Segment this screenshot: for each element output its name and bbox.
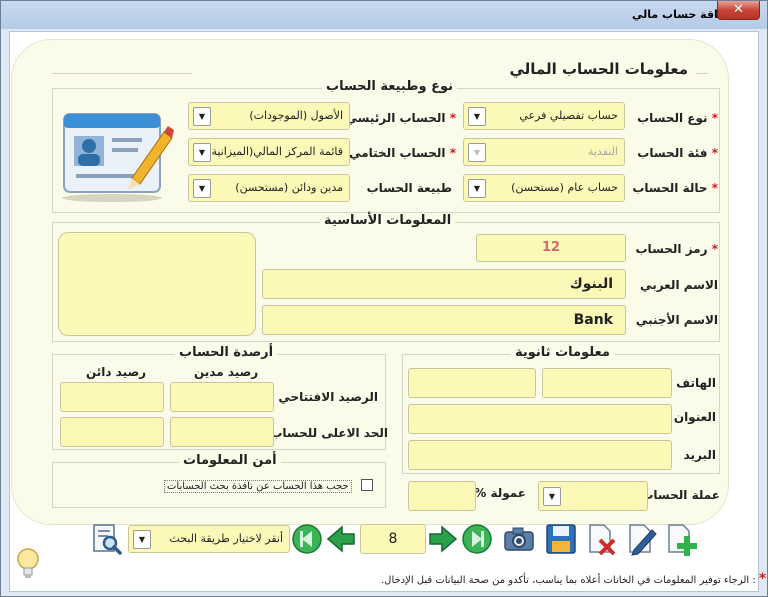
type-group-title: نوع وطبيعة الحساب [322, 79, 458, 94]
chevron-down-icon[interactable]: ▼ [193, 107, 211, 126]
max-credit-field[interactable] [60, 417, 164, 447]
hide-account-label: حجب هذا الحساب عن نافذة بحث الحسابات [164, 480, 352, 493]
currency-select[interactable]: ▼ [538, 481, 648, 511]
final-account-label: * الحساب الختامي [349, 146, 456, 160]
account-type-select[interactable]: حساب تفصيلي فرعي ▼ [463, 102, 625, 130]
page-title: معلومات الحساب المالي [509, 60, 688, 78]
account-category-select[interactable]: النقدية ▼ [463, 138, 625, 166]
hide-account-checkbox[interactable] [360, 478, 373, 491]
currency-label: عملة الحساب [641, 488, 720, 502]
commission-field[interactable] [408, 481, 476, 511]
record-number-field[interactable]: 8 [360, 524, 426, 554]
add-icon[interactable] [664, 522, 698, 556]
opening-credit-field[interactable] [60, 382, 164, 412]
max-debit-field[interactable] [170, 417, 274, 447]
phone-field-1[interactable] [542, 368, 672, 398]
chevron-down-icon[interactable]: ▼ [468, 179, 486, 198]
account-category-label: * فئة الحساب [637, 146, 718, 160]
address-label: العنوان [673, 410, 716, 424]
prev-icon[interactable] [324, 522, 358, 556]
chevron-down-icon[interactable]: ▼ [193, 179, 211, 198]
last-record-button[interactable] [460, 522, 494, 556]
commission-label: عمولة % [474, 486, 526, 500]
navigation-toolbar: أنقر لاختيار طريقة البحث ▼ 8 [84, 519, 709, 565]
credit-header: رصيد دائن [86, 365, 147, 379]
chevron-down-icon[interactable]: ▼ [543, 487, 561, 506]
search-method-select[interactable]: أنقر لاختيار طريقة البحث ▼ [128, 525, 290, 553]
security-group-title: أمن المعلومات [179, 453, 281, 468]
debit-header: رصيد مدين [194, 365, 259, 379]
account-type-label: * نوع الحساب [637, 111, 718, 125]
account-nature-select[interactable]: مدين ودائن (مستحسن) ▼ [188, 174, 350, 202]
account-status-label: * حالة الحساب [632, 181, 718, 195]
delete-icon[interactable] [584, 522, 618, 556]
arabic-name-label: الاسم العربي [640, 278, 718, 292]
phone-field-2[interactable] [408, 368, 536, 398]
address-field[interactable] [408, 404, 672, 434]
opening-debit-field[interactable] [170, 382, 274, 412]
chevron-down-icon[interactable]: ▼ [468, 107, 486, 126]
email-field[interactable] [408, 440, 672, 470]
foreign-name-field[interactable]: Bank [262, 305, 626, 335]
main-account-select[interactable]: الأصول (الموجودات) ▼ [188, 102, 350, 130]
title-underline-right [696, 73, 708, 74]
chevron-down-icon[interactable]: ▼ [468, 143, 486, 162]
title-underline [52, 73, 192, 74]
account-code-label: * رمز الحساب [635, 242, 719, 256]
max-balance-label: الحد الاعلى للحساب [270, 426, 388, 440]
secondary-group-title: معلومات ثانوية [511, 345, 614, 360]
form-panel: معلومات الحساب المالي نوع وطبيعة الحساب … [11, 39, 729, 525]
search-icon[interactable] [90, 522, 124, 556]
basic-group-title: المعلومات الأساسية [320, 213, 456, 228]
account-status-select[interactable]: حساب عام (مستحسن) ▼ [463, 174, 625, 202]
main-account-label: * الحساب الرئيسي [345, 111, 456, 125]
final-account-select[interactable]: قائمة المركز المالي(الميزانية) ▼ [188, 138, 350, 166]
account-card-window: بطاقة حساب مالي ✕ معلومات الحساب المالي … [0, 0, 768, 597]
opening-balance-label: الرصيد الافتتاحي [278, 390, 378, 404]
arabic-name-field[interactable]: البنوك [262, 269, 626, 299]
email-label: البريد [683, 448, 716, 462]
account-nature-label: طبيعة الحساب [366, 181, 452, 195]
footer-note: * : الرجاء توفير المعلومات في الخانات أع… [381, 571, 767, 587]
id-card-icon [56, 104, 176, 204]
account-code-field[interactable]: 12 [476, 234, 626, 262]
chevron-down-icon[interactable]: ▼ [193, 143, 211, 162]
first-record-button[interactable] [290, 522, 324, 556]
edit-icon[interactable] [624, 522, 658, 556]
lightbulb-icon [15, 547, 41, 581]
phone-label: الهاتف [676, 376, 716, 390]
foreign-name-label: الاسم الأجنبي [635, 313, 718, 327]
close-button[interactable]: ✕ [717, 1, 760, 20]
title-bar: بطاقة حساب مالي ✕ [1, 1, 767, 29]
balances-group-title: أرصدة الحساب [175, 345, 278, 360]
save-icon[interactable] [544, 522, 578, 556]
camera-icon[interactable] [502, 522, 536, 556]
hide-account-checkbox-row[interactable]: حجب هذا الحساب عن نافذة بحث الحسابات [164, 474, 373, 493]
chevron-down-icon[interactable]: ▼ [133, 530, 151, 549]
account-image-box[interactable] [58, 232, 256, 336]
next-icon[interactable] [426, 522, 460, 556]
